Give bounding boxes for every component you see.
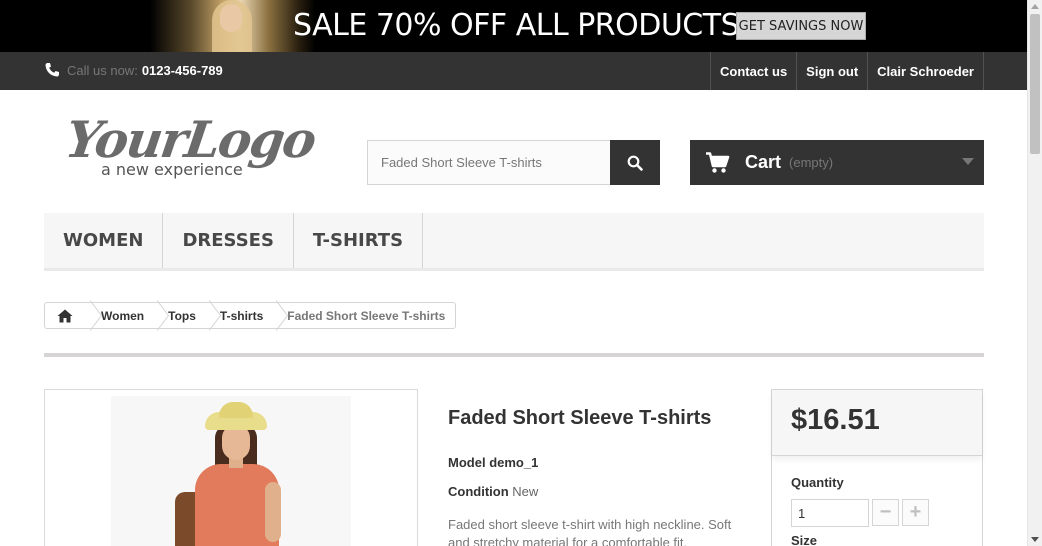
model-value: demo_1: [489, 455, 539, 470]
quantity-input[interactable]: [791, 499, 869, 527]
user-links: Contact us Sign out Clair Schroeder: [710, 52, 984, 90]
condition-label: Condition: [448, 484, 509, 499]
logo-tagline: a new experience: [101, 160, 243, 179]
scrollbar-thumb[interactable]: [1030, 14, 1040, 154]
top-nav-bar: Call us now: 0123-456-789 Contact us Sig…: [0, 52, 1027, 90]
size-label: Size: [791, 533, 818, 546]
product-condition: Condition New: [448, 484, 538, 499]
contact-phone: Call us now: 0123-456-789: [44, 62, 223, 78]
site-logo[interactable]: YourLogo a new experience: [62, 110, 319, 182]
breadcrumb-current: Faded Short Sleeve T-shirts: [287, 308, 446, 323]
page: SALE 70% OFF ALL PRODUCTS GET SAVINGS NO…: [0, 0, 1027, 546]
phone-icon: [45, 63, 59, 77]
search-button[interactable]: [610, 140, 660, 185]
breadcrumb-item-women[interactable]: Women: [87, 303, 154, 328]
sign-out-link[interactable]: Sign out: [796, 52, 867, 90]
phone-number: 0123-456-789: [141, 62, 223, 78]
product-title: Faded Short Sleeve T-shirts: [448, 407, 712, 429]
menu-item-t-shirts[interactable]: T-SHIRTS: [294, 213, 424, 268]
promo-banner[interactable]: SALE 70% OFF ALL PRODUCTS GET SAVINGS NO…: [0, 0, 1027, 52]
product-model: Model demo_1: [448, 455, 538, 470]
condition-value: New: [512, 484, 539, 499]
quantity-label: Quantity: [791, 475, 844, 490]
main-menu: WOMEN DRESSES T-SHIRTS: [44, 213, 984, 271]
contact-us-link[interactable]: Contact us: [710, 52, 796, 90]
get-savings-button[interactable]: GET SAVINGS NOW: [736, 12, 866, 40]
section-divider: [44, 353, 984, 357]
search-form: [367, 140, 660, 185]
search-icon: [627, 155, 643, 171]
promo-headline: SALE 70% OFF ALL PRODUCTS: [293, 8, 740, 43]
search-input[interactable]: [367, 140, 611, 185]
promo-model-image: [150, 0, 315, 52]
home-icon: [57, 309, 73, 322]
phone-prefix: Call us now:: [67, 62, 138, 78]
cart-icon: [706, 151, 730, 173]
product-description: Faded short sleeve t-shirt with high nec…: [448, 517, 732, 546]
cart-button[interactable]: Cart (empty): [690, 140, 984, 185]
breadcrumb-item-t-shirts[interactable]: T-shirts: [206, 303, 273, 328]
menu-item-dresses[interactable]: DRESSES: [163, 213, 294, 268]
quantity-increase-button[interactable]: +: [902, 499, 929, 526]
scroll-up-icon[interactable]: [1031, 4, 1039, 9]
page-scrollbar[interactable]: [1027, 0, 1042, 546]
model-label: Model: [448, 455, 486, 470]
product-price: $16.51: [791, 404, 880, 436]
cart-status: (empty): [789, 155, 834, 170]
menu-item-women[interactable]: WOMEN: [44, 213, 164, 268]
buy-box: $16.51 Quantity − + Size: [771, 389, 983, 546]
quantity-decrease-button[interactable]: −: [872, 499, 899, 526]
breadcrumb: Women Tops T-shirts Faded Short Sleeve T…: [44, 302, 457, 329]
account-link[interactable]: Clair Schroeder: [867, 52, 984, 90]
cart-label: Cart: [745, 152, 782, 172]
chevron-down-icon: [962, 158, 974, 165]
scroll-down-icon[interactable]: [1031, 537, 1039, 542]
product-image[interactable]: [44, 389, 418, 546]
